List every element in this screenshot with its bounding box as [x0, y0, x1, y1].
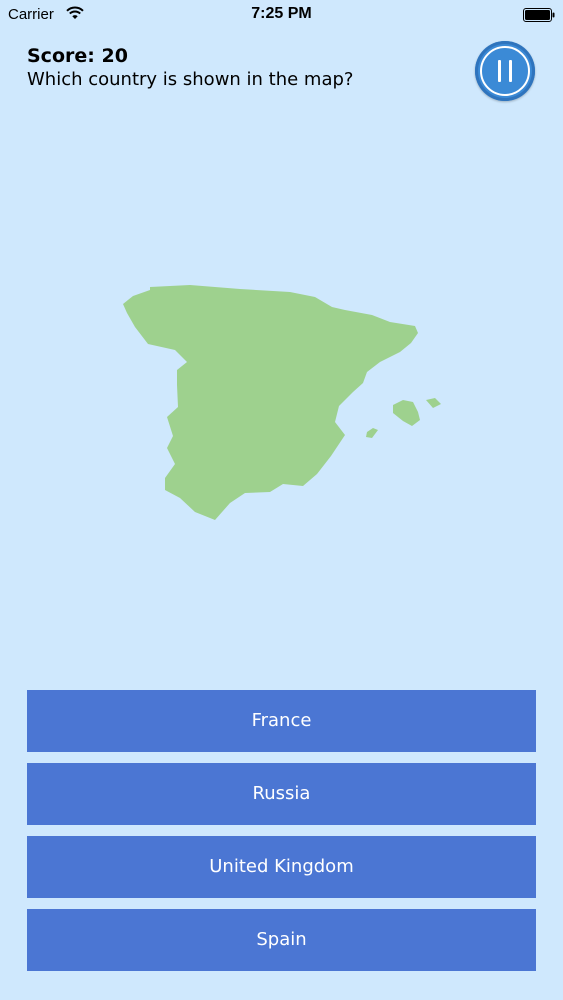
- question-text: Which country is shown in the map?: [27, 69, 354, 90]
- answer-button-russia[interactable]: Russia: [27, 763, 536, 825]
- quiz-header: Score: 20 Which country is shown in the …: [27, 44, 353, 92]
- score-label: Score:: [27, 45, 95, 67]
- battery-icon: [523, 8, 555, 22]
- answer-button-united-kingdom[interactable]: United Kingdom: [27, 836, 536, 898]
- score-value: 20: [101, 45, 128, 67]
- pause-icon: [480, 46, 530, 96]
- answer-button-spain[interactable]: Spain: [27, 909, 536, 971]
- status-time: 7:25 PM: [251, 5, 312, 22]
- map-area: [115, 280, 445, 530]
- status-bar: Carrier 7:25 PM: [0, 0, 563, 30]
- answer-list: France Russia United Kingdom Spain: [27, 690, 536, 982]
- answer-button-france[interactable]: France: [27, 690, 536, 752]
- score-display: Score: 20: [27, 44, 353, 68]
- spain-map: [123, 285, 441, 520]
- pause-button[interactable]: [475, 41, 535, 101]
